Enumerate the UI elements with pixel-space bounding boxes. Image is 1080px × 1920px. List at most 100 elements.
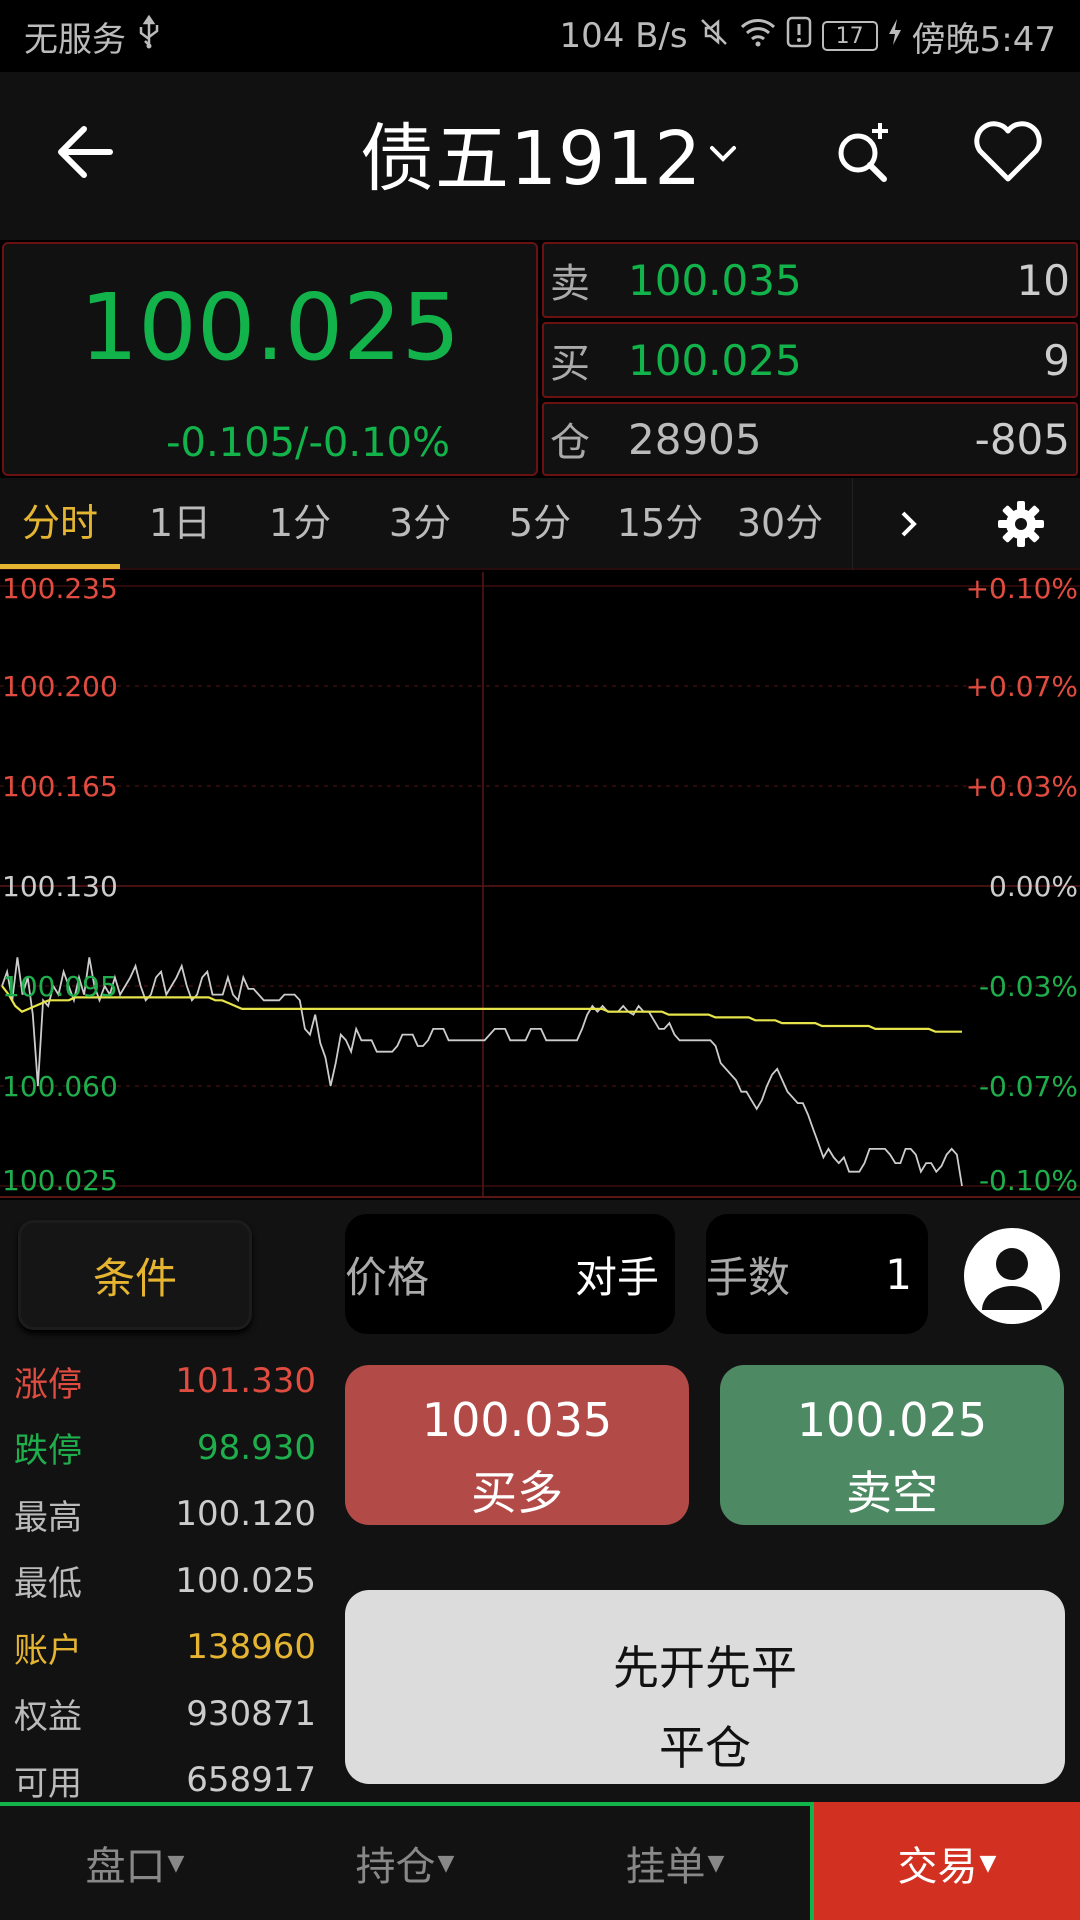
stat-label: 账户 bbox=[14, 1630, 82, 1671]
avatar[interactable] bbox=[964, 1228, 1060, 1324]
y-tick-label-right: -0.10% bbox=[978, 1164, 1078, 1197]
quantity-value: 1 bbox=[885, 1249, 912, 1299]
average-price-line bbox=[1, 985, 962, 1033]
more-tabs-button[interactable] bbox=[852, 478, 962, 570]
close-position-button[interactable]: 先开先平 平仓 bbox=[345, 1590, 1065, 1784]
tab-intraday[interactable]: 分时 bbox=[0, 477, 120, 569]
open-interest-row: 仓 28905 -805 bbox=[542, 402, 1078, 476]
tab-3m[interactable]: 3分 bbox=[360, 477, 480, 569]
tab-15m[interactable]: 15分 bbox=[600, 477, 720, 569]
alert-icon bbox=[786, 16, 812, 56]
ask-label: 卖 bbox=[550, 261, 590, 307]
sell-label: 卖空 bbox=[846, 1466, 938, 1520]
contract-selector[interactable]: 债五1912 bbox=[360, 112, 740, 202]
y-tick-label-left: 100.025 bbox=[2, 1164, 118, 1197]
caret-down-icon: ▼ bbox=[167, 1850, 185, 1876]
account-stats: 涨停 101.330 跌停 98.930 最高 100.120 最低 100.0… bbox=[14, 1348, 316, 1814]
price-type-field[interactable]: 价格 对手 bbox=[345, 1214, 675, 1334]
y-tick-label-left: 100.200 bbox=[2, 670, 118, 703]
sell-price: 100.025 bbox=[796, 1393, 988, 1447]
nav-pending-orders[interactable]: 挂单 ▼ bbox=[540, 1806, 810, 1920]
buy-long-button[interactable]: 100.035 买多 bbox=[345, 1365, 689, 1525]
stat-value: 138960 bbox=[186, 1627, 316, 1668]
stat-equity: 权益 930871 bbox=[14, 1681, 316, 1748]
stat-account: 账户 138960 bbox=[14, 1614, 316, 1681]
stat-value: 98.930 bbox=[197, 1427, 316, 1468]
price-line bbox=[1, 957, 963, 1187]
close-mode-label: 先开先平 bbox=[613, 1641, 797, 1695]
battery-icon: 17 bbox=[821, 21, 878, 51]
clock-text: 傍晚5:47 bbox=[911, 19, 1056, 60]
chevron-down-icon bbox=[710, 146, 737, 162]
search-add-button[interactable] bbox=[830, 117, 900, 187]
favorite-button[interactable] bbox=[970, 117, 1046, 187]
condition-button[interactable]: 条件 bbox=[18, 1220, 252, 1330]
gear-icon bbox=[998, 501, 1044, 547]
y-tick-label-right: 0.00% bbox=[989, 870, 1078, 903]
y-tick-label-right: -0.07% bbox=[978, 1070, 1078, 1103]
last-price-panel: 100.025 -0.105/-0.10% bbox=[2, 242, 538, 476]
intraday-chart[interactable]: 100.235 +0.10% 100.200 +0.07% 100.165 +0.03% 1… bbox=[0, 572, 1080, 1198]
stat-low: 最低 100.025 bbox=[14, 1548, 316, 1615]
y-tick-label-left: 100.130 bbox=[2, 870, 118, 903]
tab-1d[interactable]: 1日 bbox=[120, 477, 240, 569]
carrier-text: 无服务 bbox=[24, 19, 126, 60]
price-type-value: 对手 bbox=[574, 1252, 659, 1302]
arrow-left-icon bbox=[58, 126, 113, 178]
tab-1m[interactable]: 1分 bbox=[240, 477, 360, 569]
ask-row: 卖 100.035 10 bbox=[542, 242, 1078, 318]
nav-label: 持仓 bbox=[355, 1844, 436, 1890]
ask-volume: 10 bbox=[1016, 255, 1070, 305]
charging-icon bbox=[888, 18, 902, 54]
heart-icon bbox=[974, 121, 1042, 182]
price-label: 价格 bbox=[345, 1252, 430, 1302]
stat-value: 100.120 bbox=[175, 1494, 316, 1535]
caret-down-icon: ▼ bbox=[979, 1850, 997, 1876]
ask-price: 100.035 bbox=[628, 255, 802, 305]
chart-settings-button[interactable] bbox=[962, 478, 1080, 570]
y-tick-label-left: 100.060 bbox=[2, 1070, 118, 1103]
mute-icon bbox=[698, 16, 730, 56]
y-tick-label-left: 100.235 bbox=[2, 572, 118, 605]
quantity-field[interactable]: 手数 1 bbox=[706, 1214, 928, 1334]
stat-high: 最高 100.120 bbox=[14, 1481, 316, 1548]
chevron-right-icon bbox=[901, 511, 917, 537]
stat-label: 可用 bbox=[14, 1763, 82, 1804]
y-tick-label-right: +0.10% bbox=[965, 572, 1078, 605]
bottom-nav: 盘口 ▼ 持仓 ▼ 挂单 ▼ 交易 ▼ bbox=[0, 1802, 1080, 1920]
quantity-label: 手数 bbox=[706, 1252, 791, 1302]
nav-positions[interactable]: 持仓 ▼ bbox=[270, 1806, 540, 1920]
tab-5m[interactable]: 5分 bbox=[480, 477, 600, 569]
stat-label: 涨停 bbox=[14, 1364, 82, 1405]
wifi-icon bbox=[740, 17, 776, 55]
last-price: 100.025 bbox=[79, 274, 461, 381]
open-interest-change: -805 bbox=[974, 414, 1070, 464]
nav-trade[interactable]: 交易 ▼ bbox=[810, 1802, 1080, 1920]
y-tick-label-right: -0.03% bbox=[978, 970, 1078, 1003]
tab-30m[interactable]: 30分 bbox=[720, 477, 840, 569]
stat-value: 658917 bbox=[186, 1760, 316, 1801]
back-button[interactable] bbox=[50, 117, 120, 187]
y-tick-label-left: 100.095 bbox=[2, 970, 118, 1003]
status-bar: 无服务 104 B/s 17 傍晚5:47 bbox=[0, 0, 1080, 72]
y-tick-label-right: +0.07% bbox=[965, 670, 1078, 703]
nav-label: 盘口 bbox=[85, 1844, 166, 1890]
trade-panel: 条件 涨停 101.330 跌停 98.930 最高 100.120 最低 10… bbox=[0, 1200, 1080, 1804]
price-change: -0.105/-0.10% bbox=[166, 420, 450, 466]
nav-label: 交易 bbox=[897, 1844, 978, 1890]
stat-label: 最高 bbox=[14, 1497, 82, 1538]
nav-label: 挂单 bbox=[625, 1844, 706, 1890]
bid-label: 买 bbox=[550, 341, 590, 387]
stat-limit-down: 跌停 98.930 bbox=[14, 1415, 316, 1482]
usb-icon bbox=[136, 14, 162, 57]
header: 债五1912 bbox=[0, 72, 1080, 240]
page-title: 债五1912 bbox=[360, 115, 703, 202]
buy-price: 100.035 bbox=[421, 1393, 613, 1447]
stat-limit-up: 涨停 101.330 bbox=[14, 1348, 316, 1415]
open-interest-label: 仓 bbox=[550, 420, 590, 466]
caret-down-icon: ▼ bbox=[437, 1850, 455, 1876]
close-label: 平仓 bbox=[659, 1721, 751, 1775]
sell-short-button[interactable]: 100.025 卖空 bbox=[720, 1365, 1064, 1525]
nav-orderbook[interactable]: 盘口 ▼ bbox=[0, 1806, 270, 1920]
caret-down-icon: ▼ bbox=[707, 1850, 725, 1876]
